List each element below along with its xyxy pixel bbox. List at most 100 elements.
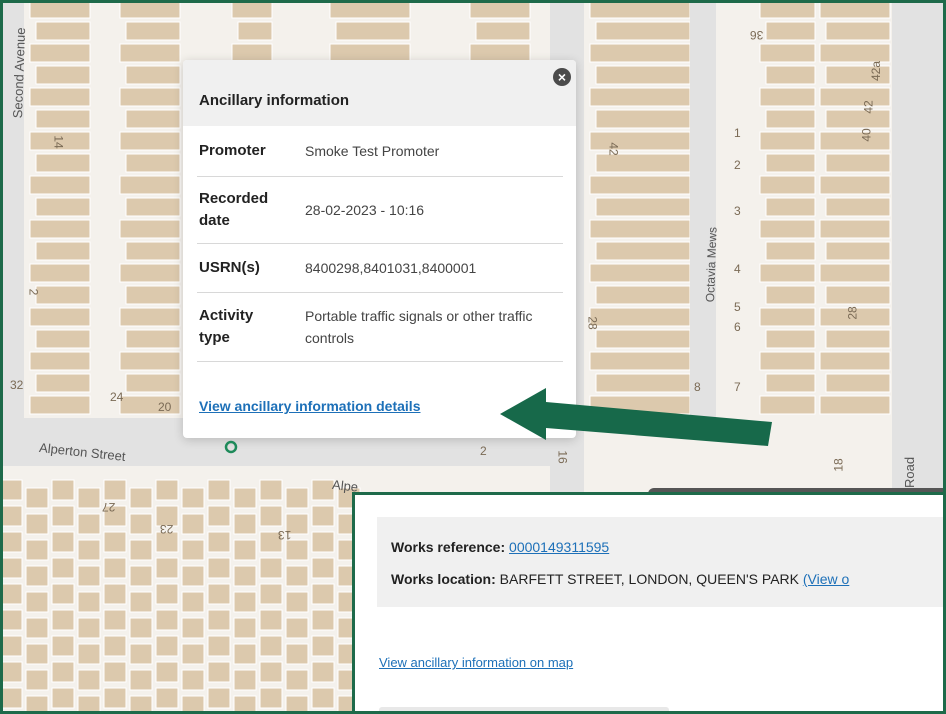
map-block	[181, 617, 205, 639]
info-row-usrns: USRN(s) 8400298,8401031,8400001	[197, 244, 563, 293]
map-block	[759, 219, 816, 239]
map-block	[207, 557, 231, 579]
map-block	[595, 109, 691, 129]
map-block	[77, 591, 101, 613]
map-block	[0, 479, 23, 501]
map-block	[825, 197, 891, 217]
house-number: 20	[158, 400, 172, 414]
map-block	[51, 479, 75, 501]
house-number: 28	[845, 306, 860, 320]
map-block	[595, 285, 691, 305]
map-block	[819, 263, 891, 283]
map-block	[29, 219, 91, 239]
map-block	[125, 153, 181, 173]
close-icon[interactable]: ×	[553, 68, 571, 86]
map-block	[29, 307, 91, 327]
works-reference-link[interactable]: 0000149311595	[509, 539, 609, 555]
view-ancillary-details-link[interactable]: View ancillary information details	[199, 398, 420, 414]
map-block	[77, 565, 101, 587]
map-block	[819, 395, 891, 415]
map-block	[690, 0, 716, 420]
map-block	[259, 583, 283, 605]
map-block	[819, 351, 891, 371]
map-block	[765, 153, 816, 173]
map-block	[759, 307, 816, 327]
house-number: 2	[26, 288, 41, 296]
map-block	[155, 687, 179, 709]
map-block	[825, 241, 891, 261]
house-number: 2	[480, 444, 487, 458]
map-block	[29, 395, 91, 415]
map-block	[155, 583, 179, 605]
map-block	[155, 557, 179, 579]
map-block	[311, 687, 335, 709]
map-block	[0, 609, 23, 631]
map-block	[759, 0, 816, 19]
map-pin-icon[interactable]	[224, 440, 238, 454]
house-number: 5	[734, 300, 741, 314]
map-block	[207, 661, 231, 683]
map-block	[119, 263, 181, 283]
map-block	[35, 241, 91, 261]
house-number: 23	[160, 522, 174, 536]
works-location-view-link[interactable]: (View o	[803, 571, 849, 587]
house-number: 2	[734, 158, 741, 172]
map-block	[469, 0, 531, 19]
map-block	[207, 479, 231, 501]
house-number: 28	[585, 316, 600, 330]
map-block	[181, 565, 205, 587]
map-block	[29, 43, 91, 63]
map-block	[51, 609, 75, 631]
map-block	[285, 591, 309, 613]
works-summary-box: Works reference: 0000149311595 Works loc…	[377, 517, 946, 607]
view-on-map-link[interactable]: View ancillary information on map	[379, 655, 573, 670]
street-label-road: Road	[902, 456, 917, 488]
map-block	[233, 487, 257, 509]
map-block	[329, 0, 411, 19]
map-block	[825, 21, 891, 41]
map-block	[285, 695, 309, 714]
map-block	[259, 661, 283, 683]
map-block	[595, 153, 691, 173]
map-block	[207, 583, 231, 605]
map-block	[25, 695, 49, 714]
map-block	[181, 539, 205, 561]
works-location-label: Works location:	[391, 571, 496, 587]
map-block	[259, 479, 283, 501]
map-block	[285, 643, 309, 665]
map-block	[29, 351, 91, 371]
map-block	[311, 583, 335, 605]
map-block	[0, 557, 23, 579]
house-number: 40	[859, 128, 874, 142]
map-block	[233, 539, 257, 561]
info-row-value: Portable traffic signals or other traffi…	[305, 308, 533, 346]
map-block	[35, 153, 91, 173]
map-block	[181, 487, 205, 509]
map-block	[119, 175, 181, 195]
map-block	[29, 263, 91, 283]
map-block	[595, 65, 691, 85]
map-block	[155, 635, 179, 657]
map-block	[595, 197, 691, 217]
house-number: 42a	[869, 60, 884, 82]
map-block	[765, 21, 816, 41]
house-number: 24	[110, 390, 124, 404]
map-block	[35, 109, 91, 129]
map-block	[155, 661, 179, 683]
map-block	[155, 609, 179, 631]
works-location-value: BARFETT STREET, LONDON, QUEEN'S PARK	[499, 571, 799, 587]
map-block	[129, 565, 153, 587]
ancillary-info-popup: Ancillary information × Promoter Smoke T…	[183, 60, 576, 438]
house-number: 42	[606, 142, 621, 156]
map-block	[25, 669, 49, 691]
map-block	[233, 513, 257, 535]
map-block	[285, 487, 309, 509]
map-block	[765, 329, 816, 349]
map-block	[207, 505, 231, 527]
map-block	[819, 43, 891, 63]
map-block	[35, 197, 91, 217]
map-block	[825, 373, 891, 393]
map-block	[595, 21, 691, 41]
map-block	[181, 695, 205, 714]
map-block	[207, 687, 231, 709]
